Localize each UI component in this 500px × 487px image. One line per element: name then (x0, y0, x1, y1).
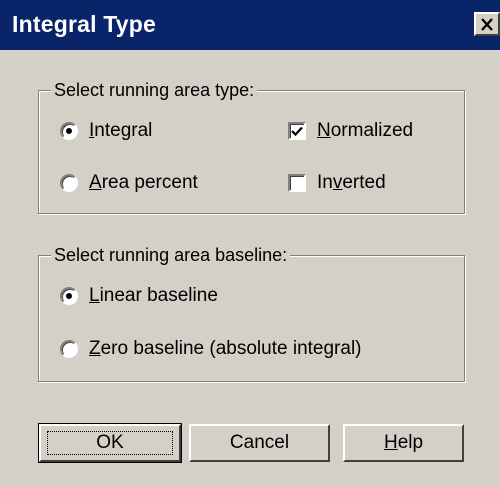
close-icon (481, 17, 493, 31)
window-title: Integral Type (12, 11, 157, 37)
checkbox-inverted-label: Inverted (317, 172, 386, 193)
radio-linear-baseline-label: Linear baseline (89, 285, 218, 306)
radio-button[interactable] (60, 340, 78, 358)
ok-button[interactable]: OK (38, 423, 182, 463)
checkbox-inverted[interactable]: Inverted (288, 172, 386, 194)
help-button-label: Help (383, 432, 424, 453)
checkmark-icon (291, 126, 303, 136)
baseline-group (38, 255, 465, 382)
title-bar: Integral Type (0, 0, 500, 50)
checkbox-checked[interactable] (288, 122, 306, 140)
baseline-group-label: Select running area baseline: (51, 245, 291, 266)
radio-zero-baseline-label: Zero baseline (absolute integral) (89, 338, 362, 359)
radio-integral[interactable]: Integral (60, 120, 152, 142)
radio-button-selected[interactable] (60, 287, 78, 305)
focus-ring (47, 431, 173, 455)
radio-area-percent-label: Area percent (89, 172, 198, 193)
checkbox-unchecked[interactable] (288, 174, 306, 192)
integral-type-dialog: Integral Type Select running area type: … (0, 0, 500, 487)
radio-linear-baseline[interactable]: Linear baseline (60, 285, 218, 307)
radio-button-selected[interactable] (60, 122, 78, 140)
checkbox-normalized[interactable]: Normalized (288, 120, 413, 142)
area-type-group (38, 90, 465, 214)
cancel-button-label: Cancel (229, 432, 290, 453)
radio-area-percent[interactable]: Area percent (60, 172, 198, 194)
close-button[interactable] (474, 12, 500, 36)
area-type-group-label: Select running area type: (51, 80, 258, 101)
radio-integral-label: Integral (89, 120, 153, 141)
cancel-button[interactable]: Cancel (189, 424, 330, 462)
help-button[interactable]: Help (343, 424, 464, 462)
radio-zero-baseline[interactable]: Zero baseline (absolute integral) (60, 338, 362, 360)
checkbox-normalized-label: Normalized (317, 120, 414, 141)
radio-button[interactable] (60, 174, 78, 192)
